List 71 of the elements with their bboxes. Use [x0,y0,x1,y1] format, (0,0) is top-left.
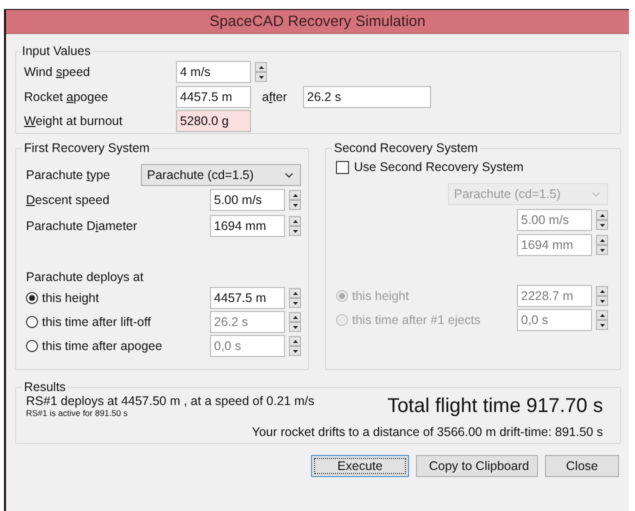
down-arrow-icon [258,76,264,79]
spin-up-button[interactable] [255,62,267,72]
field-label: Parachute Diameter [26,219,138,233]
spin-up-button[interactable] [596,235,608,245]
up-arrow-icon [292,220,298,222]
spin-down-button[interactable] [596,245,608,255]
spin-down-button[interactable] [255,72,267,82]
spin-down-button[interactable] [289,200,301,210]
window-title: SpaceCAD Recovery Simulation [210,13,426,30]
dialog-button[interactable]: Close [545,455,619,477]
down-arrow-icon [292,350,298,352]
down-arrow-icon [600,300,604,302]
section-label: Parachute deploys at [26,270,144,284]
result-text: RS#1 is active for 891.50 s [26,408,129,418]
field-label: Rocket apogee [24,90,110,104]
down-arrow-icon [600,248,604,252]
input-field[interactable]: 4457.5 m [176,86,251,108]
up-arrow-icon [292,316,298,318]
input-field[interactable]: 4457.5 m [210,287,285,309]
spin-down-button[interactable] [596,320,608,330]
dropdown[interactable]: Parachute (cd=1.5) [141,164,301,186]
spin-up-button[interactable] [289,190,301,200]
radio-option[interactable]: this height [26,291,99,305]
up-arrow-icon [600,214,604,216]
chevron-down-icon [285,172,293,178]
up-arrow-icon [258,66,264,69]
spin-up-button[interactable] [596,310,608,320]
input-field[interactable]: 5.00 m/s [210,189,285,211]
field-label: Parachute type [26,168,110,182]
spin-down-button[interactable] [596,296,608,306]
input-field[interactable]: 1694 mm [210,215,285,237]
down-arrow-icon [292,204,298,206]
group-title: First Recovery System [23,141,151,155]
field-label: after [262,90,288,104]
up-arrow-icon [292,340,298,342]
input-field[interactable]: 5280.0 g [176,110,251,132]
spin-up-button[interactable] [289,288,301,298]
field-label: Wind speed [24,65,92,80]
dialog-button[interactable]: Copy to Clipboard [416,455,538,477]
result-text: RS#1 deploys at 4457.50 m , at a speed of 0.21 m/s [26,394,314,408]
down-arrow-icon [600,224,604,226]
spin-down-button[interactable] [289,346,301,356]
up-arrow-icon [600,238,604,242]
down-arrow-icon [292,326,298,328]
field-label: Descent speed [26,193,110,207]
dialog-button[interactable]: Execute [311,455,409,477]
spin-down-button[interactable] [289,226,301,236]
spin-up-button[interactable] [596,286,608,296]
spin-down-button[interactable] [596,220,608,230]
spin-up-button[interactable] [289,312,301,322]
field-label: Weight at burnout [24,114,124,128]
up-arrow-icon [292,292,298,294]
spin-down-button[interactable] [289,322,301,332]
spin-up-button[interactable] [289,216,301,226]
down-arrow-icon [292,302,298,304]
group-title: Input Values [21,44,92,58]
chevron-down-icon [592,192,600,196]
input-field[interactable]: 26.2 s [303,86,432,108]
spin-up-button[interactable] [289,336,301,346]
input-field[interactable]: 4 m/s [176,61,251,84]
group-title: Second Recovery System [333,141,479,155]
up-arrow-icon [600,290,604,292]
result-text: Your rocket drifts to a distance of 3566.00 m drift-time: 891.50 s [252,425,603,439]
up-arrow-icon [292,194,298,196]
group-title: Results [23,380,67,394]
spin-up-button[interactable] [596,210,608,220]
total-flight-time: Total flight time 917.70 s [387,395,603,418]
spin-down-button[interactable] [289,298,301,308]
down-arrow-icon [600,324,604,326]
up-arrow-icon [600,314,604,316]
down-arrow-icon [292,230,298,232]
